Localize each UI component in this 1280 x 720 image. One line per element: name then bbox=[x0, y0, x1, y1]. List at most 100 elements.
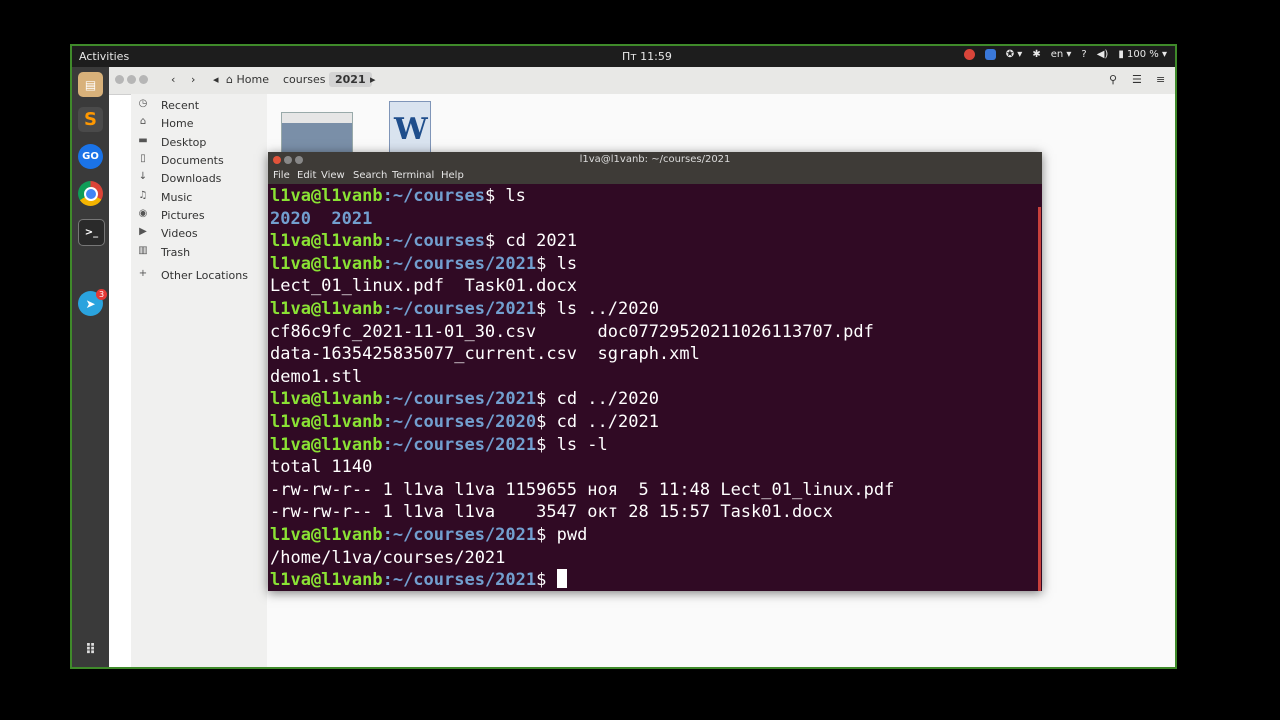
sidebar-item-other-locations[interactable]: + Other Locations bbox=[131, 267, 267, 285]
menu-icon[interactable]: ≡ bbox=[1156, 73, 1165, 86]
prompt-user: l1va@l1vanb bbox=[270, 389, 383, 410]
output-line: /home/l1va/courses/2021 bbox=[270, 547, 505, 569]
sidebar-item-label: Recent bbox=[161, 99, 200, 112]
command-text: $ ls bbox=[536, 253, 578, 274]
document-icon: ▯ bbox=[140, 153, 146, 164]
menu-view[interactable]: View bbox=[321, 170, 345, 181]
files-close-button[interactable] bbox=[115, 75, 124, 84]
terminal-scrollbar[interactable] bbox=[1038, 207, 1041, 591]
sidebar-item-desktop[interactable]: ▬ Desktop bbox=[131, 134, 267, 152]
crumb-courses[interactable]: courses bbox=[283, 73, 326, 86]
prompt-line: l1va@l1vanb:~/courses/2021$ cd ../2020 bbox=[270, 388, 659, 410]
plus-icon: + bbox=[138, 268, 148, 279]
menu-file[interactable]: File bbox=[273, 170, 290, 181]
sidebar-item-label: Pictures bbox=[161, 209, 205, 222]
sublime-text-icon[interactable]: S bbox=[78, 107, 103, 132]
prompt-user: l1va@l1vanb bbox=[270, 434, 383, 455]
notification-app-icon[interactable] bbox=[963, 49, 975, 60]
prompt-path: :~/courses/2021 bbox=[382, 253, 537, 274]
crumb-home[interactable]: ⌂ Home bbox=[226, 73, 269, 86]
files-maximize-button[interactable] bbox=[139, 75, 148, 84]
sidebar-item-label: Videos bbox=[161, 227, 198, 240]
output-text: -rw-rw-r-- 1 l1va l1va 3547 окт 28 15:57… bbox=[270, 502, 833, 523]
show-apps-icon[interactable]: ⠿ bbox=[78, 637, 103, 662]
sidebar-item-recent[interactable]: ◷ Recent bbox=[131, 97, 267, 115]
output-text: -rw-rw-r-- 1 l1va l1va 1159655 ноя 5 11:… bbox=[270, 479, 895, 500]
command-text: $ ls ../2020 bbox=[536, 299, 659, 319]
trash-icon: ▥ bbox=[138, 245, 148, 256]
camera-icon: ◉ bbox=[138, 208, 148, 219]
file-thumbnail-pdf[interactable] bbox=[281, 112, 353, 154]
terminal-app-icon[interactable]: >_ bbox=[78, 219, 105, 246]
terminal-window[interactable]: l1va@l1vanb: ~/courses/2021 File Edit Vi… bbox=[268, 152, 1042, 591]
desktop-screen: Activities Пт 11:59 ✪ ▾ ✱ en ▾ ? ◀) ▮ 10… bbox=[70, 44, 1177, 669]
activities-button[interactable]: Activities bbox=[79, 50, 129, 63]
view-list-icon[interactable]: ☰ bbox=[1132, 73, 1142, 86]
download-icon: ↓ bbox=[138, 171, 148, 182]
home-icon: ⌂ bbox=[139, 116, 147, 127]
output-line: Lect_01_linux.pdf Task01.docx bbox=[270, 275, 577, 297]
files-minimize-button[interactable] bbox=[127, 75, 136, 84]
prompt-user: l1va@l1vanb bbox=[270, 231, 383, 252]
sidebar-item-label: Documents bbox=[161, 154, 224, 167]
output-line: -rw-rw-r-- 1 l1va l1va 1159655 ноя 5 11:… bbox=[270, 479, 894, 501]
volume-icon[interactable]: ◀) bbox=[1097, 49, 1109, 60]
prompt-path: :~/courses bbox=[382, 186, 485, 206]
back-button[interactable]: ‹ bbox=[171, 73, 175, 86]
help-icon[interactable]: ? bbox=[1081, 49, 1086, 60]
menu-help[interactable]: Help bbox=[441, 170, 464, 181]
sidebar-item-label: Trash bbox=[161, 246, 191, 259]
prompt-user: l1va@l1vanb bbox=[270, 299, 383, 319]
crumb-2021[interactable]: 2021 bbox=[329, 72, 372, 87]
sidebar-item-trash[interactable]: ▥ Trash bbox=[131, 244, 267, 262]
command-text: $ pwd bbox=[536, 525, 588, 545]
search-icon[interactable]: ⚲ bbox=[1109, 73, 1117, 86]
music-icon: ♫ bbox=[138, 190, 148, 201]
language-indicator[interactable]: en ▾ bbox=[1051, 49, 1072, 60]
terminal-menubar: File Edit View Search Terminal Help bbox=[268, 169, 1042, 184]
sidebar-item-music[interactable]: ♫ Music bbox=[131, 189, 267, 207]
goland-icon[interactable]: GO bbox=[78, 144, 103, 169]
files-header: ‹ › ◂ ⌂ Home courses 2021 ▸ ⚲ ☰ ≡ bbox=[109, 67, 1175, 95]
zoom-icon[interactable] bbox=[984, 49, 996, 60]
menu-edit[interactable]: Edit bbox=[297, 170, 316, 181]
terminal-output[interactable]: l1va@l1vanb:~/courses$ ls 2020 2021 l1va@l… bbox=[268, 185, 1042, 591]
terminal-title: l1va@l1vanb: ~/courses/2021 bbox=[579, 154, 731, 165]
prompt-user: l1va@l1vanb bbox=[270, 186, 383, 206]
sidebar-item-documents[interactable]: ▯ Documents bbox=[131, 152, 267, 170]
clock[interactable]: Пт 11:59 bbox=[622, 50, 672, 63]
sidebar-item-downloads[interactable]: ↓ Downloads bbox=[131, 170, 267, 188]
prompt-line: l1va@l1vanb:~/courses/2021$ ls ../2020 bbox=[270, 298, 659, 320]
output-line: data-1635425835077_current.csv sgraph.xm… bbox=[270, 343, 700, 365]
telegram-badge: 3 bbox=[96, 289, 107, 300]
sidebar-item-videos[interactable]: ▶ Videos bbox=[131, 225, 267, 243]
path-right-arrow[interactable]: ▸ bbox=[370, 73, 376, 86]
video-icon: ▶ bbox=[139, 226, 147, 237]
prompt-line: l1va@l1vanb:~/courses/2020$ cd ../2021 bbox=[270, 411, 659, 433]
battery-indicator[interactable]: ▮ 100 % ▾ bbox=[1118, 49, 1167, 60]
menu-terminal[interactable]: Terminal bbox=[392, 170, 434, 181]
sidebar-item-home[interactable]: ⌂ Home bbox=[131, 115, 267, 133]
system-tray: ✪ ▾ ✱ en ▾ ? ◀) ▮ 100 % ▾ bbox=[963, 49, 1167, 60]
terminal-titlebar[interactable]: l1va@l1vanb: ~/courses/2021 bbox=[268, 152, 1042, 169]
menu-search[interactable]: Search bbox=[353, 170, 387, 181]
output-line: cf86c9fc_2021-11-01_30.csv doc0772952021… bbox=[270, 321, 874, 343]
sidebar-item-pictures[interactable]: ◉ Pictures bbox=[131, 207, 267, 225]
accessibility-icon[interactable]: ✪ ▾ bbox=[1006, 49, 1023, 60]
pdf-thumbnail-strip bbox=[282, 113, 352, 123]
prompt-user: l1va@l1vanb bbox=[270, 412, 383, 432]
battery-label: 100 % bbox=[1127, 49, 1159, 60]
output-text: data-1635425835077_current.csv sgraph.xm… bbox=[270, 344, 700, 365]
crumb-home-label: Home bbox=[236, 73, 269, 86]
chrome-icon[interactable] bbox=[78, 181, 103, 206]
bluetooth-icon[interactable]: ✱ bbox=[1032, 49, 1040, 60]
path-left-arrow[interactable]: ◂ bbox=[213, 73, 219, 86]
files-sidebar: ◷ Recent ⌂ Home ▬ Desktop ▯ Documents ↓ Downl… bbox=[131, 94, 268, 667]
file-thumbnail-docx[interactable]: W bbox=[389, 101, 431, 155]
prompt-line: l1va@l1vanb:~/courses/2021$ ls -l bbox=[270, 434, 608, 456]
files-app-icon[interactable]: ▤ bbox=[78, 72, 103, 97]
output-text: demo1.stl bbox=[270, 366, 363, 387]
prompt-path: :~/courses/2021 bbox=[382, 389, 537, 410]
forward-button[interactable]: › bbox=[191, 73, 195, 86]
prompt-path: :~/courses bbox=[382, 231, 485, 252]
